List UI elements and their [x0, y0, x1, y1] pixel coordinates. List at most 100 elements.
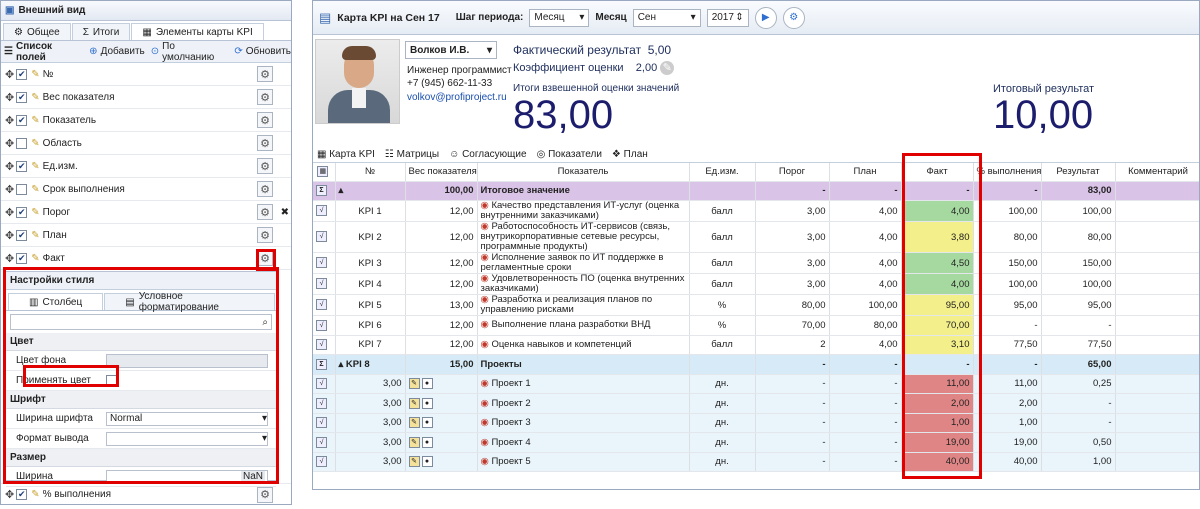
- project-row[interactable]: √ 3,00 ✎ ● ◉ Проект 2 дн. - -2,00 2,00-: [313, 393, 1199, 414]
- field-row[interactable]: ✥ ✔ ✎ Вес показателя ⚙: [1, 86, 291, 109]
- row-icon[interactable]: √: [313, 452, 336, 472]
- year-stepper[interactable]: 2017 ⇕: [706, 8, 749, 27]
- settings-button[interactable]: ⚙: [782, 6, 805, 29]
- move-icon[interactable]: ✥: [5, 183, 14, 196]
- refresh-button[interactable]: ⟳ Обновить: [234, 46, 291, 57]
- field-settings-gear-icon[interactable]: ⚙: [257, 112, 273, 128]
- col-unit[interactable]: Ед.изм.: [689, 163, 756, 182]
- group-icon[interactable]: Σ: [313, 181, 336, 201]
- row-icon[interactable]: √: [313, 273, 336, 295]
- field-row[interactable]: ✥ ✎ Срок выполнения ⚙: [1, 178, 291, 201]
- field-checkbox[interactable]: ✔: [16, 229, 28, 241]
- default-button[interactable]: ⊙ По умолчанию: [151, 41, 229, 63]
- employee-select[interactable]: Волков И.В. ▾: [405, 41, 497, 59]
- group-icon[interactable]: Σ: [313, 354, 336, 375]
- col-no[interactable]: №: [335, 163, 406, 182]
- kpi-card-window: ▤ Карта KPI на Сен 17 Шаг периода: Месяц…: [312, 0, 1200, 490]
- field-settings-gear-icon[interactable]: ⚙: [257, 158, 273, 174]
- move-icon[interactable]: ✥: [5, 252, 14, 265]
- pencil-icon[interactable]: ✎: [660, 61, 675, 75]
- col-threshold[interactable]: Порог: [755, 163, 830, 182]
- field-settings-gear-icon[interactable]: ⚙: [257, 227, 273, 243]
- table-row[interactable]: √ KPI 4 12,00 ◉ Удовлетворенность ПО (оценк…: [313, 273, 1199, 295]
- field-checkbox[interactable]: ✔: [16, 252, 28, 264]
- project-row[interactable]: √ 3,00 ✎ ● ◉ Проект 5 дн. - -40,00 40,00 1,00: [313, 452, 1199, 472]
- field-row[interactable]: ✥ ✔ ✎ Ед.изм. ⚙: [1, 155, 291, 178]
- move-icon[interactable]: ✥: [5, 206, 14, 219]
- row-icon[interactable]: √: [313, 413, 336, 433]
- move-icon[interactable]: ✥: [5, 160, 14, 173]
- field-checkbox[interactable]: ✔: [16, 160, 28, 172]
- cell-result: 95,00: [1041, 294, 1116, 316]
- col-weight[interactable]: Вес показателя: [405, 163, 478, 182]
- move-icon[interactable]: ✥: [5, 488, 14, 501]
- tab-approvers[interactable]: ☺ Согласующие: [449, 149, 526, 160]
- tab-plan[interactable]: ❖ План: [612, 149, 648, 160]
- field-settings-gear-icon[interactable]: ⚙: [257, 486, 273, 503]
- col-comment[interactable]: Комментарий: [1115, 163, 1199, 182]
- delete-icon[interactable]: ✖: [281, 207, 289, 218]
- tab-kpi-card[interactable]: ▦ Карта KPI: [317, 149, 375, 160]
- field-row[interactable]: ✥ ✔ ✎ № ⚙: [1, 63, 291, 86]
- row-icon[interactable]: √: [313, 200, 336, 222]
- table-row[interactable]: √ KPI 3 12,00 ◉ Исполнение заявок по ИТ под…: [313, 252, 1199, 274]
- table-row[interactable]: √ KPI 7 12,00 ◉ Оценка навыков и компетенци…: [313, 335, 1199, 355]
- tab-indicators[interactable]: ◎ Показатели: [537, 149, 602, 160]
- table-row[interactable]: √ KPI 1 12,00 ◉ Качество представления ИТ-у…: [313, 200, 1199, 222]
- row-icon[interactable]: √: [313, 335, 336, 355]
- field-checkbox[interactable]: ✔: [16, 114, 28, 126]
- field-row[interactable]: ✥ ✔ ✎ Показатель ⚙: [1, 109, 291, 132]
- field-settings-gear-icon[interactable]: ⚙: [257, 89, 273, 105]
- row-icon[interactable]: √: [313, 374, 336, 394]
- col-result[interactable]: Результат: [1041, 163, 1116, 182]
- row-icon[interactable]: √: [313, 315, 336, 336]
- tab-general[interactable]: ⚙ Общее: [3, 23, 71, 40]
- move-icon[interactable]: ✥: [5, 229, 14, 242]
- field-settings-gear-icon[interactable]: ⚙: [257, 204, 273, 220]
- field-checkbox[interactable]: [16, 137, 28, 149]
- field-checkbox[interactable]: [16, 183, 28, 195]
- table-row[interactable]: √ KPI 2 12,00 ◉ Работоспособность ИТ-сервис…: [313, 221, 1199, 253]
- highlight-fact-column: [902, 153, 982, 479]
- field-row-pct[interactable]: ✥ ✔ ✎% выполнения ⚙: [1, 483, 291, 504]
- move-icon[interactable]: ✥: [5, 91, 14, 104]
- col-plan[interactable]: План: [829, 163, 902, 182]
- employee-email[interactable]: volkov@profiproject.ru: [407, 92, 507, 103]
- row-icon[interactable]: √: [313, 294, 336, 316]
- field-row[interactable]: ✥ ✎ Область ⚙: [1, 132, 291, 155]
- project-row[interactable]: √ 3,00 ✎ ● ◉ Проект 3 дн. - -1,00 1,00-: [313, 413, 1199, 433]
- field-settings-gear-icon[interactable]: ⚙: [257, 181, 273, 197]
- row-icon[interactable]: √: [313, 252, 336, 274]
- group-row[interactable]: Σ ▴ 100,00 Итоговое значение - - - -83,00: [313, 181, 1199, 201]
- row-icon[interactable]: √: [313, 221, 336, 253]
- table-row[interactable]: √ KPI 5 13,00 ◉ Разработка и реализация пла…: [313, 294, 1199, 316]
- period-select[interactable]: Месяц ▾: [529, 8, 590, 27]
- col-pct[interactable]: % выполнения: [973, 163, 1042, 182]
- group-row[interactable]: Σ ▴ KPI 8 15,00 Проекты - - - -65,00: [313, 354, 1199, 375]
- field-settings-gear-icon[interactable]: ⚙: [257, 66, 273, 82]
- row-icon[interactable]: √: [313, 393, 336, 414]
- move-icon[interactable]: ✥: [5, 137, 14, 150]
- move-icon[interactable]: ✥: [5, 68, 14, 81]
- field-checkbox[interactable]: ✔: [16, 206, 28, 218]
- table-row[interactable]: √ KPI 6 12,00 ◉ Выполнение плана разработки…: [313, 315, 1199, 336]
- month-select[interactable]: Сен ▾: [632, 8, 701, 27]
- field-checkbox[interactable]: ✔: [16, 489, 28, 500]
- move-icon[interactable]: ✥: [5, 114, 14, 127]
- field-row[interactable]: ✥ ✔ ✎ Порог ⚙ ✖: [1, 201, 291, 224]
- project-row[interactable]: √ 3,00 ✎ ● ◉ Проект 1 дн. - -11,00 11,00 0,25: [313, 374, 1199, 394]
- cell-plan: 4,00: [829, 200, 902, 222]
- field-checkbox[interactable]: ✔: [16, 68, 28, 80]
- field-row[interactable]: ✥ ✔ ✎ План ⚙: [1, 224, 291, 247]
- field-settings-gear-icon[interactable]: ⚙: [257, 135, 273, 151]
- project-row[interactable]: √ 3,00 ✎ ● ◉ Проект 4 дн. - -19,00 19,00 0,50: [313, 432, 1199, 453]
- field-checkbox[interactable]: ✔: [16, 91, 28, 103]
- tab-kpi-elements[interactable]: ▦ Элементы карты KPI: [131, 23, 264, 40]
- tab-matrices[interactable]: ☷ Матрицы: [385, 149, 439, 160]
- add-button[interactable]: ⊕ Добавить: [89, 46, 145, 57]
- tab-totals[interactable]: Σ Итоги: [71, 23, 131, 40]
- play-button[interactable]: ▶: [754, 6, 777, 29]
- col-indicator[interactable]: Показатель: [477, 163, 690, 182]
- row-icon[interactable]: √: [313, 432, 336, 453]
- cell-indicator: ◉ Проект 2: [477, 393, 690, 414]
